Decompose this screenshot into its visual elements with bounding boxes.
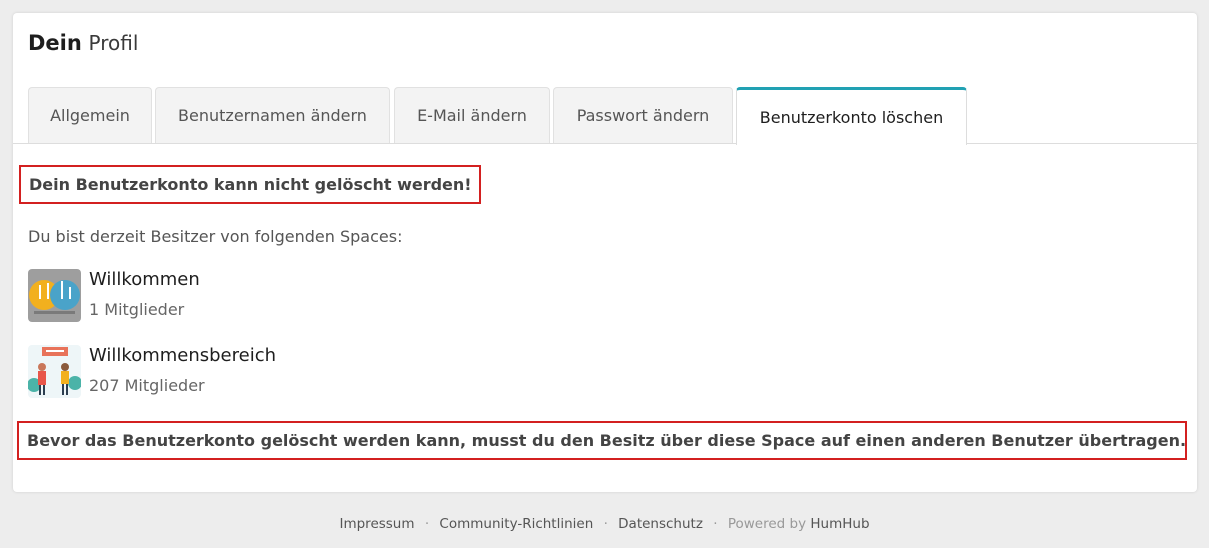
footer-separator: · <box>713 516 718 532</box>
transfer-ownership-notice: Bevor das Benutzerkonto gelöscht werden … <box>17 421 1187 460</box>
profile-panel: Dein Profil Allgemein Benutzernamen ände… <box>13 13 1197 492</box>
footer-separator: · <box>424 516 430 532</box>
space-members: 1 Mitglieder <box>89 300 185 319</box>
spaces-intro-text: Du bist derzeit Besitzer von folgenden S… <box>28 227 403 246</box>
tab-change-password[interactable]: Passwort ändern <box>553 87 733 143</box>
welcome-space-icon <box>28 269 81 322</box>
page-title: Dein Profil <box>28 31 138 55</box>
footer-link-privacy[interactable]: Datenschutz <box>618 516 703 532</box>
footer-link-impressum[interactable]: Impressum <box>339 516 414 532</box>
welcome-area-space-icon <box>28 345 81 398</box>
space-item-willkommen[interactable]: Willkommen 1 Mitglieder <box>28 269 428 323</box>
footer-separator: · <box>603 516 608 532</box>
footer-link-community-guidelines[interactable]: Community-Richtlinien <box>439 516 593 532</box>
page-title-strong: Dein <box>28 31 82 55</box>
powered-by-text: Powered by <box>727 516 807 532</box>
page-title-light: Profil <box>88 31 139 55</box>
error-heading: Dein Benutzerkonto kann nicht gelöscht w… <box>19 165 481 204</box>
space-name[interactable]: Willkommensbereich <box>89 345 276 366</box>
profile-tabs: Allgemein Benutzernamen ändern E-Mail än… <box>13 87 1197 145</box>
tab-allgemein[interactable]: Allgemein <box>28 87 152 143</box>
space-name[interactable]: Willkommen <box>89 269 200 290</box>
humhub-link[interactable]: HumHub <box>810 516 869 532</box>
tab-change-email[interactable]: E-Mail ändern <box>394 87 550 143</box>
tab-delete-account[interactable]: Benutzerkonto löschen <box>736 87 967 145</box>
tab-change-username[interactable]: Benutzernamen ändern <box>155 87 390 143</box>
footer: Impressum · Community-Richtlinien · Date… <box>0 516 1209 532</box>
space-members: 207 Mitglieder <box>89 376 205 395</box>
space-item-willkommensbereich[interactable]: Willkommensbereich 207 Mitglieder <box>28 345 428 399</box>
